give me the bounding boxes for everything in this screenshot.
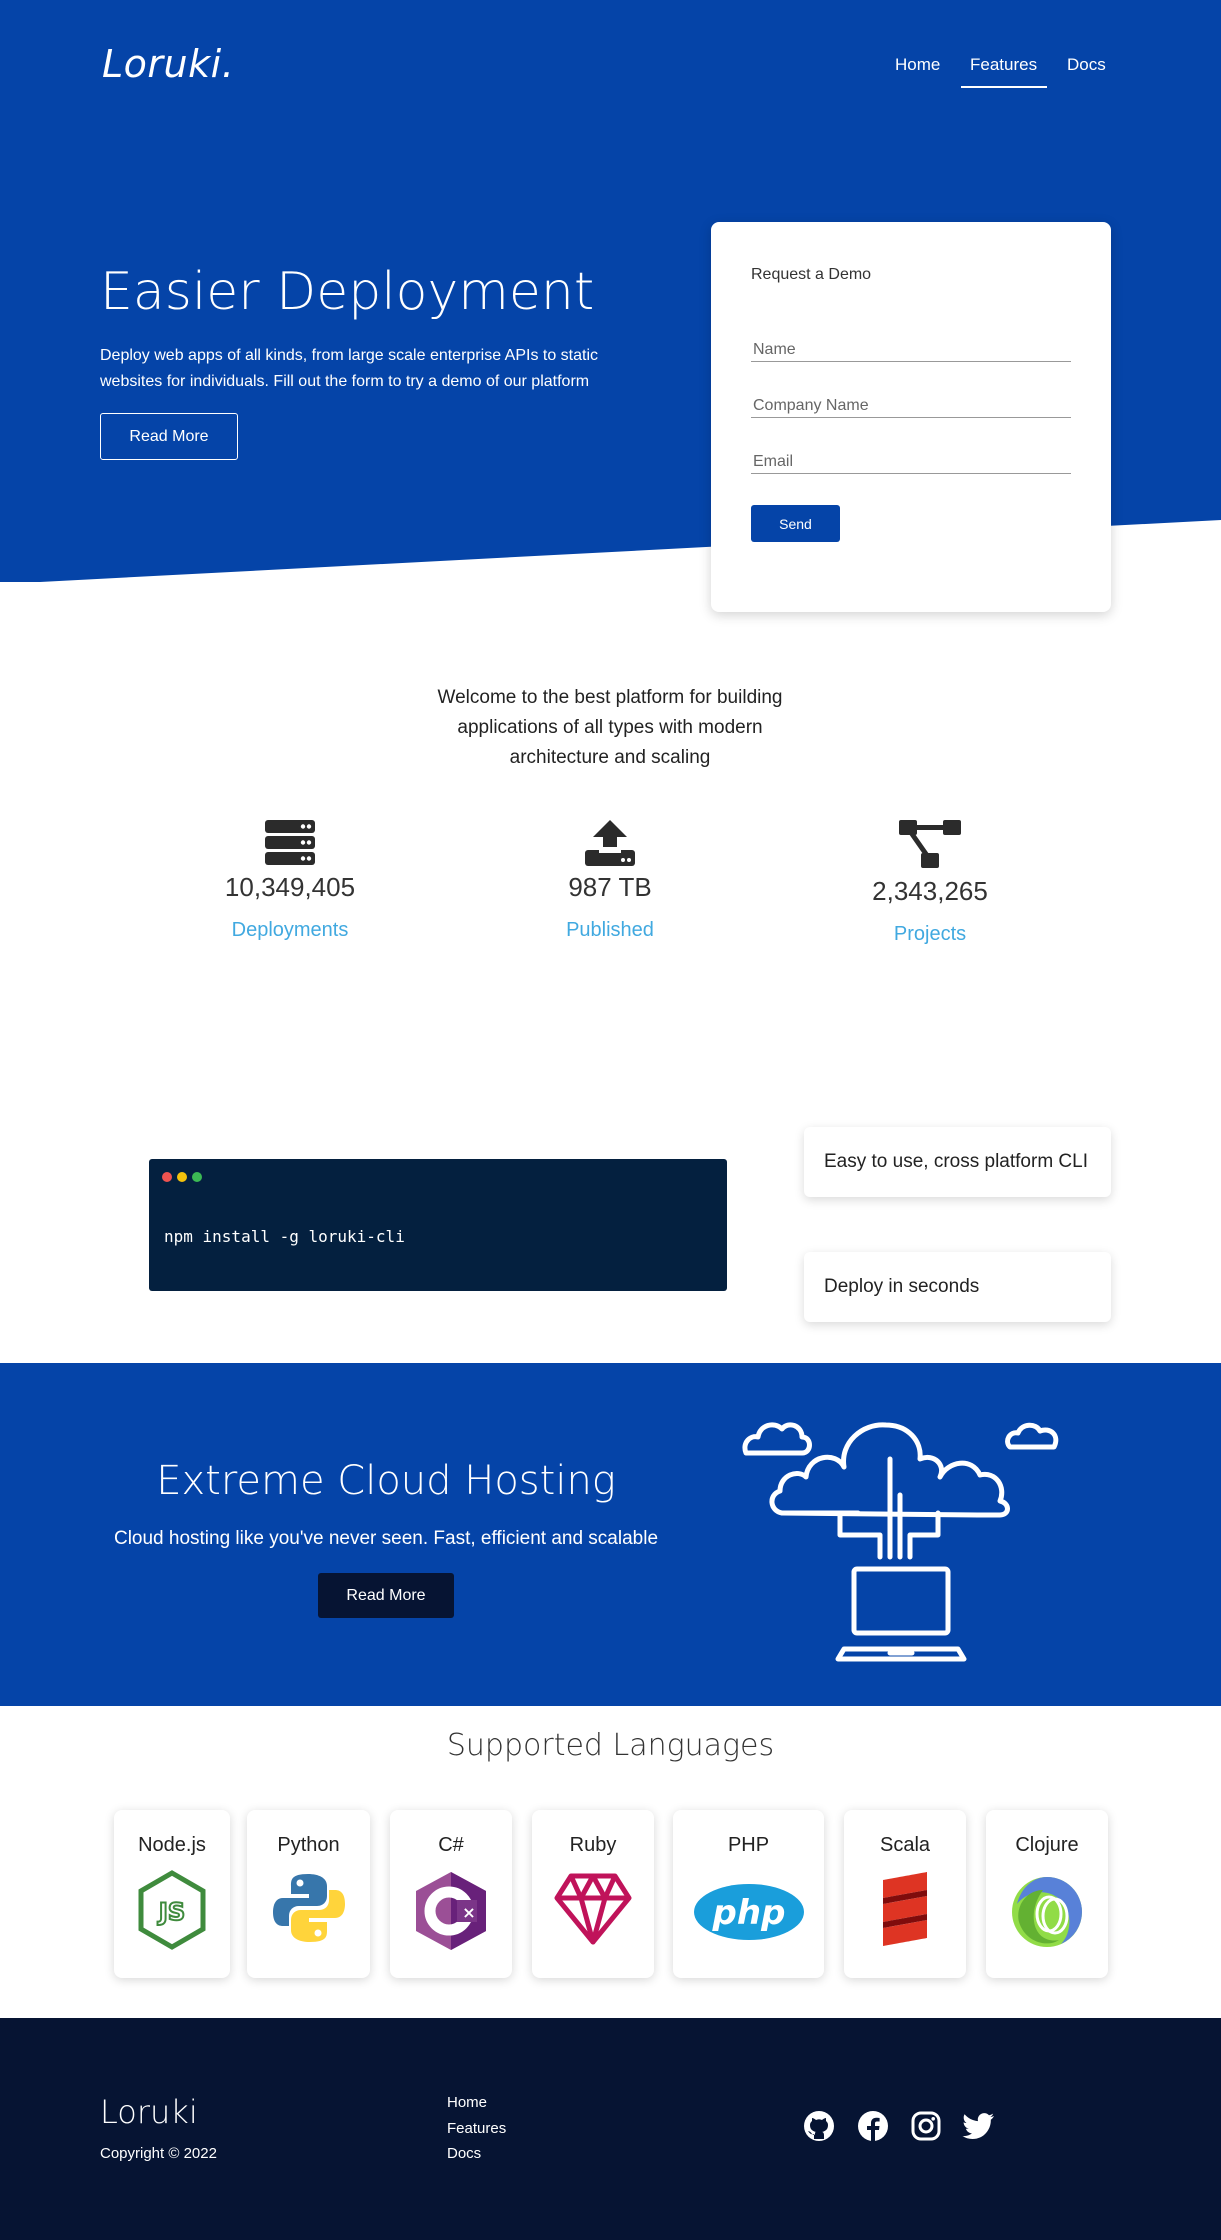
- language-card-clojure[interactable]: Clojure: [986, 1810, 1108, 1978]
- instagram-icon[interactable]: [910, 2110, 942, 2142]
- language-name: Python: [277, 1834, 340, 1856]
- stat-value: 2,343,265: [872, 876, 988, 906]
- ruby-icon: [554, 1873, 632, 1945]
- language-name: PHP: [727, 1834, 770, 1856]
- nav-active-indicator: [961, 86, 1047, 88]
- name-input[interactable]: [751, 339, 1071, 362]
- footer-link-docs[interactable]: Docs: [447, 2145, 481, 2162]
- footer-link-home[interactable]: Home: [447, 2094, 487, 2111]
- feature-card-cli: Easy to use, cross platform CLI: [804, 1127, 1111, 1197]
- supported-languages-title: Supported Languages: [446, 1728, 775, 1763]
- nav-features[interactable]: Features: [970, 55, 1037, 75]
- language-name: Clojure: [1015, 1834, 1079, 1856]
- hero-description: Deploy web apps of all kinds, from large…: [100, 347, 599, 390]
- send-button[interactable]: Send: [751, 505, 840, 542]
- footer-link-features[interactable]: Features: [447, 2120, 506, 2137]
- demo-form-title: Request a Demo: [751, 266, 872, 283]
- project-diagram-icon: [899, 820, 961, 868]
- github-icon[interactable]: [803, 2110, 835, 2142]
- hero-read-more-button[interactable]: Read More: [100, 413, 238, 460]
- welcome-text: Welcome to the best platform for buildin…: [437, 687, 783, 768]
- nav-home[interactable]: Home: [895, 55, 940, 75]
- cloud-computing-illustration-icon: [742, 1422, 1059, 1662]
- language-name: Scala: [879, 1834, 931, 1856]
- stat-published: 987 TB Published: [460, 820, 760, 942]
- company-name-input[interactable]: [751, 395, 1071, 418]
- clojure-icon: [1012, 1877, 1082, 1947]
- cloud-title: Extreme Cloud Hosting: [156, 1458, 616, 1504]
- csharp-icon: ×: [416, 1872, 486, 1950]
- demo-request-card: Request a Demo Send: [711, 222, 1111, 612]
- language-card-php[interactable]: PHP php: [673, 1810, 824, 1978]
- stat-label: Projects: [893, 923, 967, 945]
- cloud-description: Cloud hosting like you've never seen. Fa…: [113, 1528, 659, 1549]
- stat-label: Deployments: [231, 919, 349, 941]
- nav-docs[interactable]: Docs: [1067, 55, 1106, 75]
- language-card-nodejs[interactable]: Node.js JS: [114, 1810, 230, 1978]
- language-card-scala[interactable]: Scala: [844, 1810, 966, 1978]
- language-name: Node.js: [138, 1834, 206, 1856]
- server-icon: [265, 820, 315, 865]
- upload-icon: [585, 820, 635, 866]
- python-icon: [272, 1874, 345, 1942]
- maximize-dot-icon: [192, 1172, 202, 1182]
- language-name: C#: [438, 1834, 464, 1856]
- php-icon: php: [693, 1884, 804, 1940]
- cloud-read-more-button[interactable]: Read More: [318, 1573, 454, 1618]
- close-dot-icon: [162, 1172, 172, 1182]
- brand-logo[interactable]: Loruki.: [102, 42, 234, 86]
- footer-copyright: Copyright © 2022: [100, 2145, 217, 2162]
- stat-deployments: 10,349,405 Deployments: [140, 820, 440, 942]
- minimize-dot-icon: [177, 1172, 187, 1182]
- feature-card-deploy: Deploy in seconds: [804, 1252, 1111, 1322]
- svg-text:×: ×: [462, 1903, 475, 1922]
- stat-label: Published: [566, 919, 654, 941]
- language-card-ruby[interactable]: Ruby: [532, 1810, 654, 1978]
- svg-text:JS: JS: [157, 1898, 185, 1926]
- facebook-icon[interactable]: [857, 2110, 889, 2142]
- email-input[interactable]: [751, 451, 1071, 474]
- stat-value: 987 TB: [568, 872, 652, 902]
- nodejs-icon: JS: [138, 1870, 206, 1950]
- hero-title: Easier Deployment: [100, 262, 595, 322]
- stat-value: 10,349,405: [224, 872, 356, 902]
- svg-text:php: php: [711, 1893, 785, 1933]
- stat-projects: 2,343,265 Projects: [780, 820, 1080, 946]
- scala-icon: [883, 1872, 927, 1946]
- language-card-csharp[interactable]: C# ×: [390, 1810, 512, 1978]
- language-name: Ruby: [569, 1834, 617, 1856]
- cli-command[interactable]: npm install -g loruki-cli: [164, 1227, 405, 1246]
- terminal-window: npm install -g loruki-cli: [149, 1159, 727, 1291]
- footer-brand: Loruki: [100, 2093, 198, 2131]
- twitter-icon[interactable]: [962, 2110, 996, 2142]
- language-card-python[interactable]: Python: [247, 1810, 370, 1978]
